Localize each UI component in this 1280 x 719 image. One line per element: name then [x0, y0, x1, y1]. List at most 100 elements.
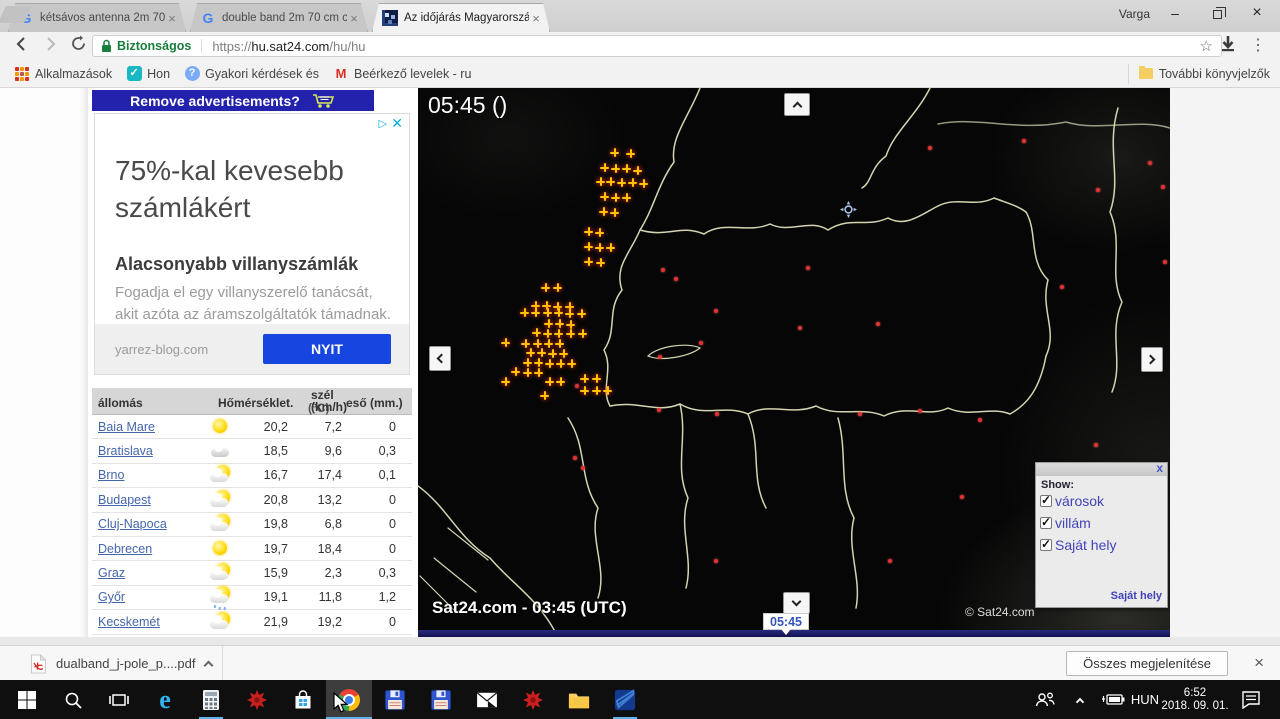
refresh-button[interactable] — [66, 35, 90, 57]
taskbar-item-red-app-1[interactable] — [234, 680, 280, 719]
bookmark-item[interactable]: ? Gyakori kérdések és — [184, 66, 319, 82]
bookmark-item[interactable]: ✓ Hon — [126, 66, 170, 82]
station-link[interactable]: Kecskemét — [98, 615, 160, 629]
taskbar-item-task-view[interactable] — [96, 680, 142, 719]
station-link[interactable]: Cluj-Napoca — [98, 517, 167, 531]
checkbox-checked-icon[interactable] — [1040, 537, 1052, 551]
map-down-button[interactable] — [783, 592, 810, 614]
station-link[interactable]: Brno — [98, 468, 124, 482]
clock[interactable]: 6:52 2018. 09. 01. — [1158, 680, 1232, 719]
tab-close-icon[interactable]: × — [529, 11, 543, 26]
ad-cta-button[interactable]: NYIT — [263, 334, 391, 364]
taskbar-item-mail[interactable] — [464, 680, 510, 719]
station-link[interactable]: Debrecen — [98, 542, 152, 556]
wind-value: 9,6 — [324, 444, 342, 459]
tab-title: kétsávos antenna 2m 70c — [40, 12, 165, 24]
panel-close-icon[interactable]: x — [1156, 461, 1163, 475]
bookmarks-bar: Alkalmazások ✓ Hon ? Gyakori kérdések és M Be… — [0, 60, 1280, 88]
cloudy-icon — [209, 439, 233, 463]
battery-indicator[interactable] — [1098, 680, 1128, 719]
map-up-button[interactable] — [784, 93, 810, 116]
floppy-app-1-icon — [384, 689, 406, 711]
lightning-strike-marker — [533, 339, 542, 348]
rain-value: 0,1 — [378, 468, 396, 483]
browser-tab[interactable]: Gdouble band 2m 70 cm c × — [190, 3, 368, 32]
ad-close-icon[interactable]: ✕ — [391, 115, 403, 132]
taskbar-item-edge[interactable]: e — [142, 680, 188, 719]
timeline-bar[interactable] — [418, 630, 1170, 637]
checkbox-checked-icon[interactable] — [1040, 515, 1052, 529]
city-dot — [1148, 161, 1152, 165]
taskbar-item-search[interactable] — [50, 680, 96, 719]
window-minimize-button[interactable]: – — [1158, 0, 1192, 26]
timeline-time-tooltip[interactable]: 05:45 — [763, 613, 809, 635]
temperature-value: 19,1 — [263, 590, 288, 605]
lightning-strike-marker — [577, 309, 586, 318]
city-dot — [715, 412, 719, 416]
lightning-strike-marker — [595, 243, 604, 252]
station-link[interactable]: Budapest — [98, 493, 151, 507]
layer-options: városok villám Saját hely — [1036, 493, 1167, 553]
layers-panel-header[interactable]: x — [1036, 461, 1167, 476]
bookmark-more[interactable]: További könyvjelzők — [1127, 63, 1280, 84]
tab-close-icon[interactable]: × — [165, 11, 179, 26]
advertisement[interactable]: ▷ ✕ 75%-kal kevesebb számlákért Alacsony… — [94, 113, 410, 375]
station-link[interactable]: Graz — [98, 566, 125, 580]
address-bar[interactable]: Biztonságos https://hu.sat24.com/hu/hu ☆ — [92, 35, 1222, 57]
floppy-app-2-icon — [430, 689, 452, 711]
temperature-value: 20,2 — [263, 419, 288, 434]
taskbar-item-start[interactable] — [4, 680, 50, 719]
forward-button[interactable] — [38, 35, 62, 57]
taskbar-item-red-app-2[interactable] — [510, 680, 556, 719]
map-next-button[interactable] — [1141, 347, 1163, 372]
notification-center-button[interactable] — [1234, 680, 1268, 719]
taskbar-item-floppy-app-1[interactable] — [372, 680, 418, 719]
lightning-strike-marker — [501, 377, 510, 386]
pdf-file-icon — [31, 653, 47, 673]
remove-ads-banner[interactable]: Remove advertisements? — [92, 90, 374, 111]
weather-table-header: állomás Hőmérséklet. (°C) szél (km/h) eső… — [92, 388, 412, 415]
bookmark-apps[interactable]: Alkalmazások — [14, 66, 112, 82]
back-button[interactable] — [10, 35, 34, 57]
bookmark-item[interactable]: M Beérkező levelek - ru — [333, 66, 472, 82]
people-button[interactable] — [1030, 680, 1060, 719]
taskbar-item-floppy-app-2[interactable] — [418, 680, 464, 719]
tray-expand-button[interactable] — [1068, 680, 1092, 719]
layers-panel: x Show: városok villám Saját hely Saját he… — [1035, 461, 1168, 608]
taskbar-item-blue-app[interactable] — [602, 680, 648, 719]
language-indicator[interactable]: HUN — [1128, 680, 1162, 719]
window-restore-button[interactable] — [1200, 0, 1234, 26]
station-link[interactable]: Bratislava — [98, 444, 153, 458]
download-bar-close-icon[interactable]: × — [1254, 653, 1264, 673]
download-item[interactable]: dualband_j-pole_p....pdf — [30, 651, 213, 676]
taskbar-item-file-explorer[interactable] — [556, 680, 602, 719]
layer-option[interactable]: Saját hely — [1040, 537, 1167, 553]
station-link[interactable]: Baia Mare — [98, 420, 155, 434]
window-close-button[interactable]: × — [1240, 0, 1274, 26]
browser-tab[interactable]: Gkétsávos antenna 2m 70c× — [8, 3, 186, 32]
lightning-strike-marker — [622, 193, 631, 202]
map-prev-button[interactable] — [429, 346, 451, 371]
station-link[interactable]: Győr — [98, 590, 125, 604]
layer-option[interactable]: városok — [1040, 493, 1167, 509]
browser-tab[interactable]: Az időjárás Magyarorszá × — [372, 3, 550, 32]
checkbox-checked-icon[interactable] — [1040, 493, 1052, 507]
lightning-strike-marker — [611, 193, 620, 202]
show-all-downloads-button[interactable]: Összes megjelenítése — [1066, 651, 1228, 676]
downloads-button[interactable] — [1216, 35, 1240, 57]
layer-option[interactable]: villám — [1040, 515, 1167, 531]
satellite-map[interactable]: 05:45 () Sat24.com - 03:45 (UTC) © Sat24… — [418, 88, 1170, 637]
city-dot — [806, 266, 810, 270]
refresh-icon — [71, 35, 85, 50]
bookmark-label: Hon — [147, 66, 171, 81]
table-row: Győr 19,1 11,8 1,2 — [92, 586, 412, 611]
taskbar-item-calculator[interactable] — [188, 680, 234, 719]
taskbar-item-store[interactable] — [280, 680, 326, 719]
city-dot — [699, 341, 703, 345]
tab-close-icon[interactable]: × — [347, 11, 361, 26]
adchoices-icon[interactable]: ▷ — [379, 117, 387, 130]
bookmark-star-icon[interactable]: ☆ — [1200, 37, 1213, 55]
browser-menu-button[interactable]: ⋮ — [1246, 35, 1270, 57]
download-menu-chevron-icon[interactable] — [203, 660, 213, 671]
own-location-link[interactable]: Saját hely — [1111, 590, 1162, 602]
